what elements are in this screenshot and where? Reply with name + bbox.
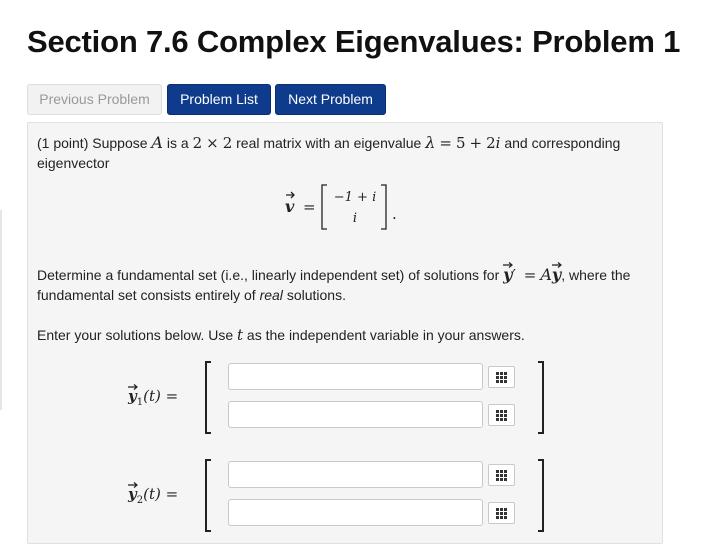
problem-statement-line-2: eigenvector bbox=[37, 155, 110, 171]
problem-statement-line-1: (1 point) Suppose A is a 2 × 2 real matrix… bbox=[37, 133, 620, 153]
y-vector-symbol: y bbox=[551, 262, 562, 285]
question-line-1: Determine a fundamental set (i.e., linea… bbox=[37, 262, 631, 285]
keypad-icon[interactable] bbox=[488, 366, 515, 388]
right-bracket bbox=[538, 361, 544, 434]
answer-row-y1: y 1(t) = bbox=[28, 361, 664, 437]
eigenvector-top-entry: −1 + i bbox=[334, 190, 376, 205]
matrix-symbol: A bbox=[540, 265, 552, 284]
answer-y1-component-1-input[interactable] bbox=[228, 363, 483, 390]
prime-symbol: ′ bbox=[512, 266, 516, 284]
answer-y2-component-1-input[interactable] bbox=[228, 461, 483, 488]
left-bracket bbox=[205, 459, 211, 532]
dimension-rows: 2 bbox=[192, 134, 203, 152]
vector-arrow-icon bbox=[128, 482, 138, 488]
vector-arrow-icon bbox=[128, 384, 138, 390]
lambda-symbol: λ bbox=[425, 133, 436, 152]
next-problem-button[interactable]: Next Problem bbox=[275, 84, 386, 115]
answer-label-y2: y 2(t) = bbox=[128, 482, 179, 506]
keypad-icon[interactable] bbox=[488, 502, 515, 524]
instruction-text: Enter your solutions below. Use bbox=[37, 327, 234, 343]
keypad-icon[interactable] bbox=[488, 404, 515, 426]
instruction-line: Enter your solutions below. Use t as the… bbox=[37, 325, 525, 345]
eigenvalue-real-part: 5 bbox=[455, 134, 466, 152]
question-line-2: fundamental set consists entirely of rea… bbox=[37, 285, 346, 305]
right-bracket bbox=[381, 184, 387, 230]
problem-list-button[interactable]: Problem List bbox=[167, 84, 271, 115]
dimension-cols: 2 bbox=[222, 134, 233, 152]
points-label: (1 point) bbox=[37, 135, 89, 151]
statement-text: and corresponding bbox=[504, 135, 621, 151]
statement-text: real matrix with an eigenvalue bbox=[236, 135, 422, 151]
imaginary-unit: i bbox=[495, 134, 501, 152]
vector-arrow-icon bbox=[551, 262, 562, 268]
vector-arrow-icon bbox=[503, 262, 514, 268]
real-emphasis: real bbox=[259, 287, 283, 303]
equals-symbol: = bbox=[303, 198, 316, 216]
answer-label-y1: y 1(t) = bbox=[128, 384, 179, 408]
left-bracket bbox=[321, 184, 327, 230]
question-text: , where the bbox=[561, 267, 631, 283]
y-vector-symbol: y bbox=[128, 482, 138, 503]
question-text: Determine a fundamental set (i.e., linea… bbox=[37, 267, 500, 283]
equals-symbol: = bbox=[439, 134, 452, 152]
previous-problem-button[interactable]: Previous Problem bbox=[27, 84, 162, 115]
left-bracket bbox=[205, 361, 211, 434]
y-prime-symbol: y′ bbox=[503, 262, 516, 285]
answer-y2-component-2-input[interactable] bbox=[228, 499, 483, 526]
statement-text: is a bbox=[166, 135, 189, 151]
equals-symbol: = bbox=[523, 266, 537, 284]
problem-box: (1 point) Suppose A is a 2 × 2 real matrix… bbox=[27, 122, 663, 544]
argument-t: (t) = bbox=[143, 387, 179, 405]
eigenvector-symbol: v bbox=[285, 197, 295, 216]
answer-y1-component-2-input[interactable] bbox=[228, 401, 483, 428]
times-symbol: × bbox=[206, 134, 219, 152]
y-vector-symbol: y bbox=[128, 384, 138, 405]
argument-t: (t) = bbox=[143, 485, 179, 503]
question-text: solutions. bbox=[286, 287, 346, 303]
sidebar-edge bbox=[0, 210, 2, 410]
page-title: Section 7.6 Complex Eigenvalues: Problem… bbox=[27, 24, 681, 59]
question-text: fundamental set consists entirely of bbox=[37, 287, 256, 303]
eigenvector-equation: v = −1 + i i . bbox=[285, 184, 397, 230]
period: . bbox=[392, 205, 397, 223]
t-variable: t bbox=[237, 326, 244, 344]
plus-symbol: + bbox=[469, 134, 483, 152]
right-bracket bbox=[538, 459, 544, 532]
statement-text: Suppose bbox=[92, 135, 148, 151]
eigenvalue-imag-part: 2 bbox=[486, 134, 496, 152]
answer-row-y2: y 2(t) = bbox=[28, 459, 664, 535]
eigenvector-bottom-entry: i bbox=[353, 211, 357, 226]
keypad-icon[interactable] bbox=[488, 464, 515, 486]
matrix-symbol: A bbox=[151, 133, 163, 152]
instruction-text: as the independent variable in your answ… bbox=[246, 327, 525, 343]
